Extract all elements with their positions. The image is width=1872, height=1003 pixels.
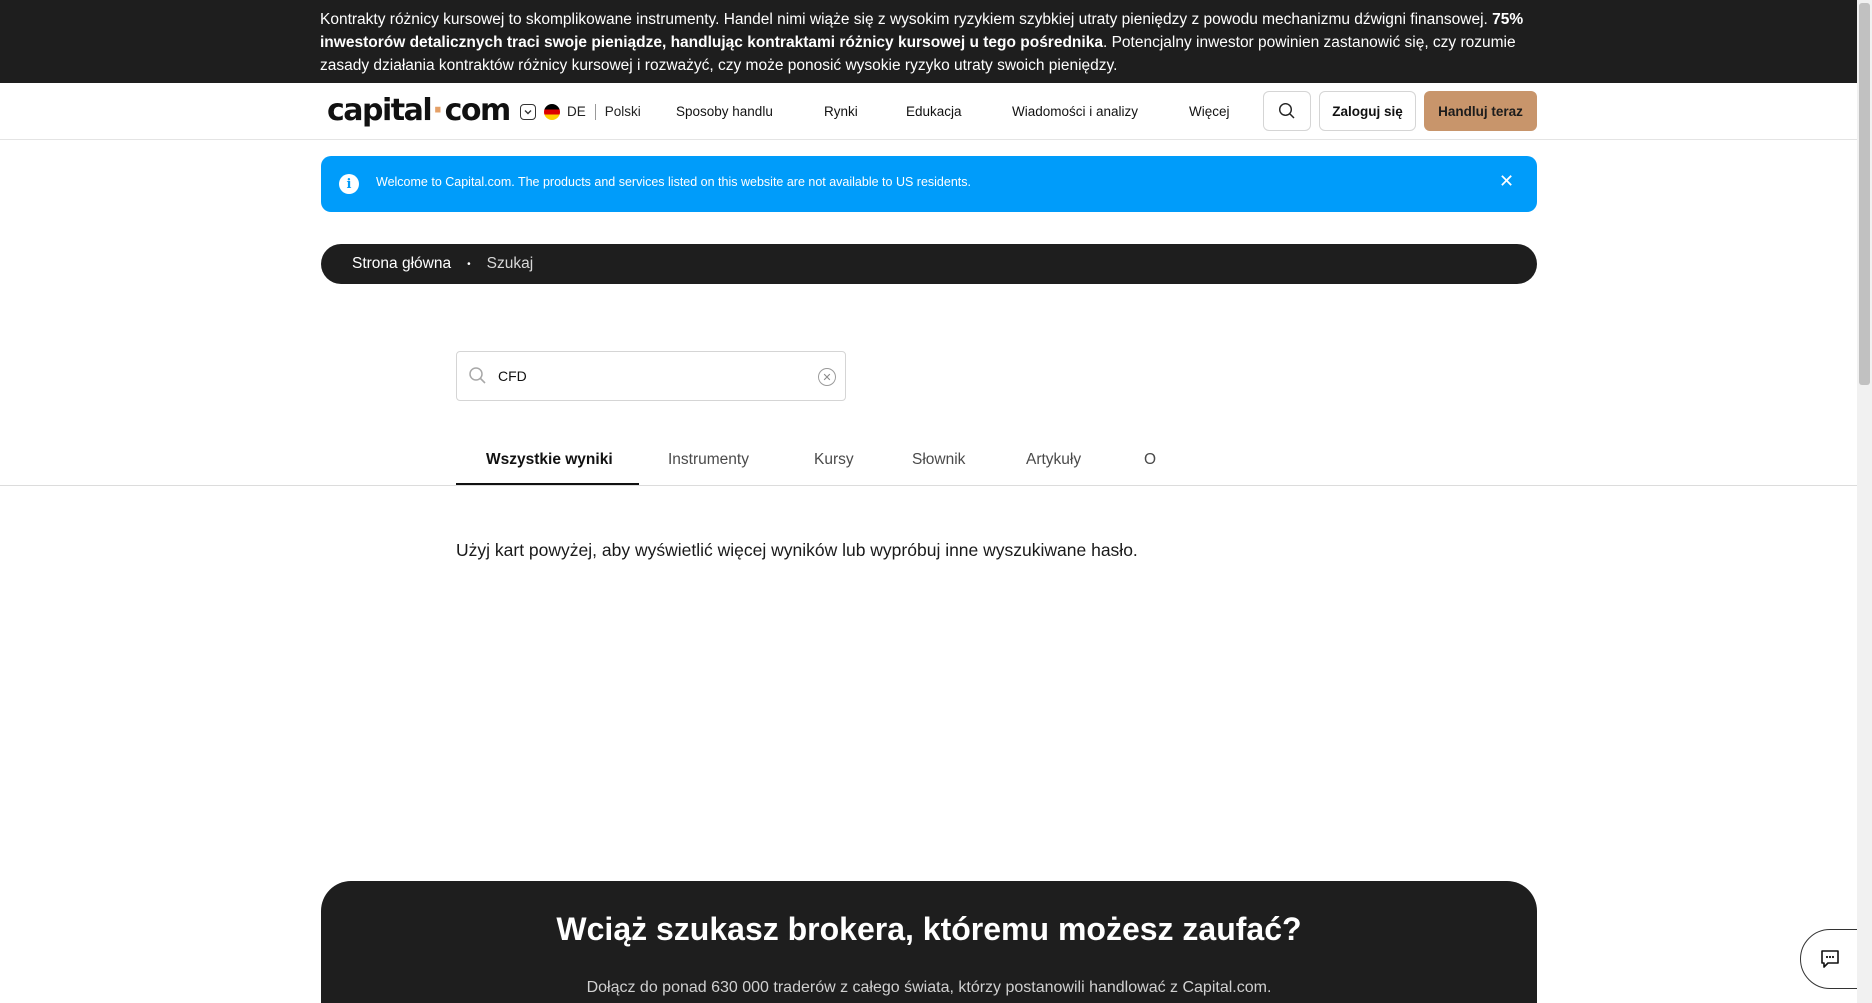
tab-about[interactable]: O <box>1144 451 1156 469</box>
search-icon <box>1278 102 1295 119</box>
breadcrumb: Strona główna • Szukaj <box>321 244 1537 284</box>
capital-com-logo[interactable]: capital·com <box>327 93 511 128</box>
breadcrumb-home[interactable]: Strona główna <box>352 255 451 273</box>
tab-all-results[interactable]: Wszystkie wyniki <box>486 451 613 469</box>
risk-warning-banner: Kontrakty różnicy kursowej to skomplikow… <box>0 0 1857 83</box>
cta-subtitle: Dołącz do ponad 630 000 traderów z całeg… <box>586 979 1272 996</box>
germany-flag-icon <box>544 103 560 120</box>
chevron-down-icon <box>520 103 536 120</box>
country-code: DE <box>567 104 586 119</box>
nav-item-education[interactable]: Edukacja <box>906 104 962 119</box>
header-search-button[interactable] <box>1263 91 1311 131</box>
language-label: Polski <box>604 104 641 119</box>
cta-title: Wciąż szukasz brokera, któremu możesz za… <box>556 911 1302 947</box>
notice-text: Welcome to Capital.com. The products and… <box>376 175 971 189</box>
site-header: capital·com DE Polski Sposoby handlu Ryn… <box>0 83 1857 140</box>
clear-search-icon[interactable]: ✕ <box>818 368 836 386</box>
chat-icon <box>1821 950 1839 968</box>
login-button[interactable]: Zaloguj się <box>1319 91 1416 131</box>
nav-item-trading-ways[interactable]: Sposoby handlu <box>676 104 773 119</box>
trade-now-button[interactable]: Handluj teraz <box>1424 91 1537 131</box>
broker-cta-section: Wciąż szukasz brokera, któremu możesz za… <box>321 881 1537 1003</box>
page-scrollbar[interactable] <box>1857 0 1872 1003</box>
info-icon: i <box>339 174 359 194</box>
nav-item-markets[interactable]: Rynki <box>824 104 858 119</box>
active-tab-indicator <box>456 483 639 485</box>
tab-rates[interactable]: Kursy <box>814 451 854 469</box>
divider <box>594 103 596 120</box>
nav-item-more[interactable]: Więcej <box>1189 104 1230 119</box>
search-icon <box>469 367 486 384</box>
results-tabs: Wszystkie wyniki Instrumenty Kursy Słown… <box>0 445 1857 486</box>
close-icon[interactable]: ✕ <box>1499 171 1514 192</box>
scrollbar-thumb[interactable] <box>1859 3 1870 385</box>
search-field: ✕ <box>456 351 846 401</box>
search-hint: Użyj kart powyżej, aby wyświetlić więcej… <box>456 540 1138 560</box>
us-residents-notice: i Welcome to Capital.com. The products a… <box>321 156 1537 212</box>
tab-instruments[interactable]: Instrumenty <box>668 451 749 469</box>
search-input[interactable] <box>498 364 798 388</box>
breadcrumb-current: Szukaj <box>486 255 534 272</box>
language-selector[interactable]: DE Polski <box>520 83 641 140</box>
tab-articles[interactable]: Artykuły <box>1026 451 1081 469</box>
breadcrumb-separator: • <box>467 258 471 270</box>
chat-widget-button[interactable] <box>1800 929 1860 989</box>
risk-warning-text: Kontrakty różnicy kursowej to skomplikow… <box>320 11 1524 74</box>
tab-glossary[interactable]: Słownik <box>912 451 965 469</box>
nav-item-news-analysis[interactable]: Wiadomości i analizy <box>1012 104 1138 119</box>
